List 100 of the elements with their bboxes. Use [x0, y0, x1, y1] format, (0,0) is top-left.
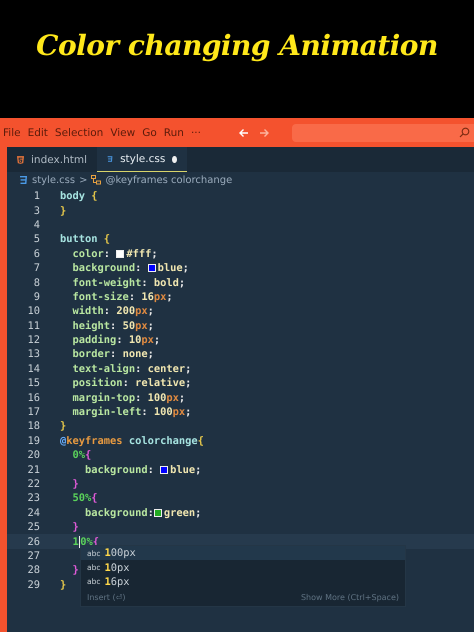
menu-item[interactable]: View	[110, 126, 142, 138]
line-number: 16	[26, 392, 40, 404]
line-number: 22	[26, 478, 40, 490]
line-number: 18	[26, 420, 40, 432]
search-field[interactable]	[292, 124, 474, 142]
code-token: keyframes	[66, 434, 123, 447]
code-token: :	[135, 262, 142, 274]
code-token: :	[141, 406, 149, 418]
menu-item[interactable]: Edit	[28, 126, 54, 138]
code-token: green	[164, 506, 196, 519]
code-token: px	[172, 406, 186, 418]
line-number: 21	[26, 464, 40, 476]
code-token: 100	[148, 392, 166, 404]
code-token: margin-top	[72, 392, 136, 404]
code-token: ;	[148, 305, 154, 318]
code-token: background	[72, 262, 136, 274]
line-number: 29	[26, 578, 40, 591]
line-number: 5	[32, 233, 40, 246]
code-token: {	[85, 449, 92, 462]
insert-hint: Insert (⏎)	[87, 593, 126, 602]
code-token: :	[104, 248, 112, 260]
line-number: 4	[32, 218, 40, 231]
text-cursor	[78, 536, 80, 548]
breadcrumb-item[interactable]: style.css	[32, 174, 76, 186]
code-token: 100	[154, 406, 173, 418]
editor-tab[interactable]: style.css	[97, 147, 187, 172]
code-token: :	[128, 290, 136, 303]
code-token: {	[104, 233, 110, 246]
code-token: ;	[178, 392, 186, 404]
menu-item[interactable]: Go	[142, 126, 163, 138]
code-token: ;	[148, 348, 154, 360]
back-arrow-icon[interactable]	[238, 126, 250, 138]
color-swatch[interactable]	[160, 466, 168, 474]
code-token: text-align	[72, 362, 136, 375]
line-number: 11	[26, 320, 40, 332]
code-token: ;	[148, 320, 154, 332]
line-number: 24	[26, 506, 40, 519]
code-token: }	[60, 420, 66, 432]
code-token: position	[72, 377, 123, 390]
code-token: :	[135, 392, 142, 404]
code-token: px	[135, 320, 148, 332]
code-token: }	[60, 578, 66, 591]
show-more-link[interactable]: Show More (Ctrl+Space)	[300, 593, 399, 602]
code-token: ;	[195, 506, 202, 519]
breadcrumb-item[interactable]: @keyframes colorchange	[105, 174, 232, 186]
line-number: 20	[26, 449, 40, 462]
code-token: 10	[128, 334, 142, 346]
code-token: ;	[178, 276, 186, 289]
menu-item[interactable]: Selection	[54, 126, 110, 138]
color-swatch[interactable]	[116, 250, 124, 258]
line-number: 14	[26, 362, 40, 375]
code-token: margin-left	[72, 406, 142, 418]
symbol-icon	[91, 175, 102, 185]
menu-item[interactable]: Run	[164, 126, 190, 138]
code-token: 0%	[80, 536, 93, 548]
line-number: 26	[26, 536, 40, 548]
code-token: 50	[122, 320, 136, 332]
breadcrumb-separator: >	[79, 174, 88, 186]
code-token: :	[148, 506, 154, 519]
code-token: body	[60, 190, 86, 202]
line-number: 15	[26, 377, 40, 390]
code-token: :	[141, 276, 149, 289]
line-number: 19	[26, 434, 40, 447]
code-token: height	[72, 320, 110, 332]
menu-item[interactable]: ···	[190, 126, 207, 138]
css-file-icon	[107, 154, 114, 164]
line-number: 12	[26, 334, 40, 346]
code-token: 16	[141, 290, 154, 303]
line-number: 9	[32, 290, 40, 303]
code-token: ;	[166, 290, 173, 303]
code-token: 0%	[72, 449, 86, 462]
code-token: background	[84, 464, 148, 476]
code-token: background	[84, 506, 148, 519]
line-number: 3	[32, 204, 40, 217]
code-token: font-size	[72, 290, 129, 303]
code-token: }	[72, 521, 79, 534]
code-token: ;	[154, 334, 160, 346]
code-token: }	[72, 478, 79, 490]
css-file-icon	[19, 175, 28, 185]
banner-title: Color changing Animation	[36, 28, 438, 62]
code-token: {	[91, 190, 98, 202]
color-swatch[interactable]	[148, 264, 156, 272]
code-token: ;	[185, 406, 192, 418]
menu-item[interactable]: File	[3, 126, 27, 138]
code-token: :	[110, 320, 118, 332]
code-token: border	[72, 348, 110, 360]
code-token: {	[91, 492, 98, 504]
code-token: {	[198, 434, 204, 447]
code-token: color	[72, 248, 104, 260]
code-token: :	[122, 377, 130, 390]
line-number: 23	[26, 492, 40, 504]
line-number: 25	[26, 521, 40, 534]
code-token: }	[72, 564, 79, 576]
color-swatch[interactable]	[154, 508, 162, 517]
code-token: ;	[195, 464, 202, 476]
code-token: ;	[151, 248, 158, 260]
code-token: blue	[170, 464, 196, 476]
line-number: 17	[26, 406, 40, 418]
tab-label: style.css	[120, 153, 166, 165]
code-token: :	[116, 334, 124, 346]
